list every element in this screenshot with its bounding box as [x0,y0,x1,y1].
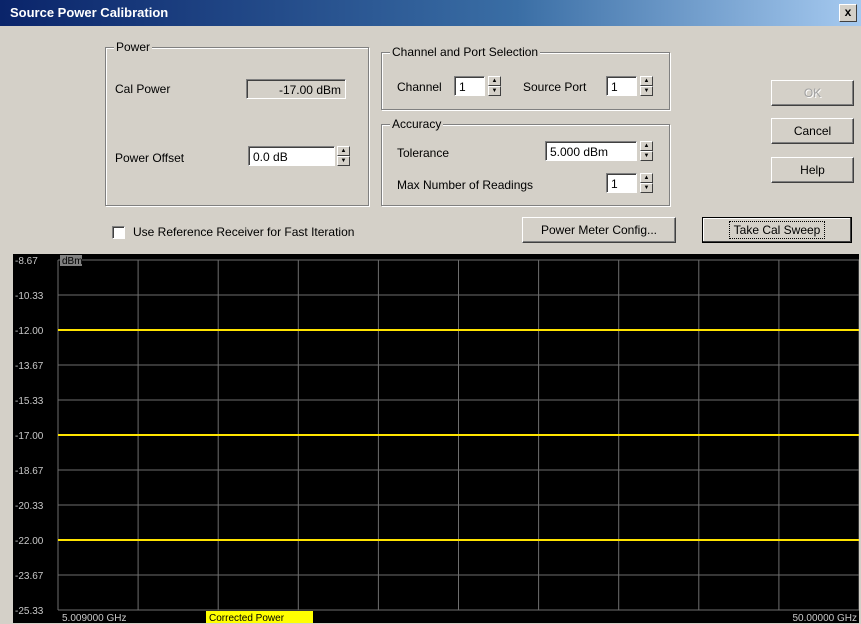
tolerance-label: Tolerance [397,146,450,160]
spin-up-icon[interactable]: ▲ [640,76,653,86]
spin-down-icon[interactable]: ▼ [640,183,653,193]
spin-down-icon[interactable]: ▼ [640,86,653,96]
cancel-button[interactable]: Cancel [771,118,854,144]
y-tick-label: -10.33 [15,291,44,302]
take-cal-sweep-label: Take Cal Sweep [728,221,826,239]
cal-power-field: -17.00 dBm [246,79,346,99]
source-port-spinner[interactable]: ▲ ▼ [640,76,653,96]
power-group-legend: Power [114,40,153,54]
spin-down-icon[interactable]: ▼ [337,156,350,166]
spin-down-icon[interactable]: ▼ [488,86,501,96]
channel-port-legend: Channel and Port Selection [390,45,541,59]
title-bar: Source Power Calibration x [0,0,861,26]
tolerance-spinner[interactable]: ▲ ▼ [640,141,653,161]
max-readings-label: Max Number of Readings [397,178,534,192]
take-cal-sweep-button[interactable]: Take Cal Sweep [702,217,852,243]
power-graph: -8.67 -10.33 -12.00 -13.67 -15.33 -17.00 -18.6… [13,254,859,623]
window-title: Source Power Calibration [10,5,169,20]
max-readings-field[interactable]: 1 [606,173,637,193]
y-tick-label: -17.00 [15,431,44,442]
y-tick-label: -23.67 [15,571,44,582]
spin-up-icon[interactable]: ▲ [640,141,653,151]
marker-label: Corrected Power [209,613,285,623]
y-tick-label: -8.67 [15,256,38,267]
use-reference-checkbox[interactable] [112,226,125,239]
spin-up-icon[interactable]: ▲ [488,76,501,86]
y-tick-label: -13.67 [15,361,44,372]
spin-up-icon[interactable]: ▲ [640,173,653,183]
tolerance-field[interactable]: 5.000 dBm [545,141,637,161]
cal-power-label: Cal Power [115,82,171,96]
power-offset-field[interactable]: 0.0 dB [248,146,335,166]
accuracy-group: Accuracy [381,117,670,206]
channel-spinner[interactable]: ▲ ▼ [488,76,501,96]
y-tick-label: -18.67 [15,466,44,477]
y-tick-label: -15.33 [15,396,44,407]
channel-label: Channel [397,80,442,94]
accuracy-legend: Accuracy [390,117,444,131]
power-offset-label: Power Offset [115,151,185,165]
use-reference-label[interactable]: Use Reference Receiver for Fast Iteratio… [133,225,354,239]
spin-down-icon[interactable]: ▼ [640,151,653,161]
source-port-field[interactable]: 1 [606,76,637,96]
power-offset-spinner[interactable]: ▲ ▼ [337,146,350,166]
y-tick-label: -20.33 [15,501,44,512]
power-group: Power [105,40,369,206]
y-tick-label: -25.33 [15,606,44,617]
close-button[interactable]: x [839,4,857,22]
y-tick-label: -12.00 [15,326,44,337]
source-port-label: Source Port [523,80,587,94]
y-tick-label: -22.00 [15,536,44,547]
x-stop-label: 50.00000 GHz [793,613,858,623]
x-start-label: 5.009000 GHz [62,613,127,623]
power-meter-config-button[interactable]: Power Meter Config... [522,217,676,243]
max-readings-spinner[interactable]: ▲ ▼ [640,173,653,193]
spin-up-icon[interactable]: ▲ [337,146,350,156]
ok-button[interactable]: OK [771,80,854,106]
channel-field[interactable]: 1 [454,76,485,96]
unit-label: dBm [62,256,83,267]
help-button[interactable]: Help [771,157,854,183]
